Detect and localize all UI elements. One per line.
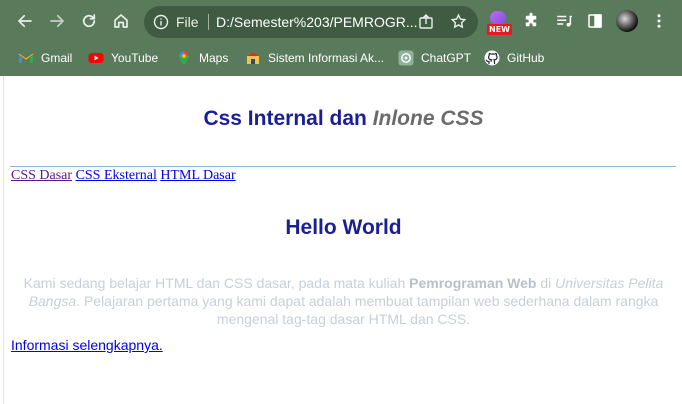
page-title-main: Css Internal dan (203, 107, 373, 130)
url-scheme-label: File (176, 14, 199, 30)
intro-paragraph: Kami sedang belajar HTML dan CSS dasar, … (10, 274, 677, 328)
menu-kebab-icon[interactable] (648, 10, 670, 32)
bookmark-label: Gmail (41, 51, 73, 65)
bookmark-label: ChatGPT (421, 51, 472, 65)
page-title: Css Internal dan Inlone CSS (4, 107, 682, 131)
url-text[interactable]: D:/Semester%203/PEMROGR... (216, 14, 418, 30)
forward-icon[interactable] (45, 9, 69, 33)
more-info-link[interactable]: Informasi selengkapnya. (11, 337, 163, 353)
browser-chrome: File D:/Semester%203/PEMROGR... NEW Gmai… (0, 0, 682, 76)
address-bar[interactable]: File D:/Semester%203/PEMROGR... (144, 6, 478, 38)
chatgpt-icon (398, 50, 414, 66)
reload-icon[interactable] (77, 9, 101, 33)
horizontal-rule (10, 166, 676, 167)
nav-links: CSS Dasar CSS Eksternal HTML Dasar (11, 168, 236, 184)
bookmark-youtube[interactable]: YouTube (88, 49, 158, 67)
maps-icon (176, 50, 192, 66)
page-viewport: Css Internal dan Inlone CSS CSS Dasar CS… (3, 76, 682, 404)
bookmark-label: Sistem Informasi Ak... (268, 51, 385, 65)
reading-list-icon[interactable] (553, 10, 575, 32)
back-icon[interactable] (13, 9, 37, 33)
home-icon[interactable] (109, 9, 133, 33)
paragraph-course: Pemrograman Web (409, 275, 537, 291)
gmail-icon (18, 50, 34, 66)
bookmark-chatgpt[interactable]: ChatGPT (398, 49, 471, 67)
page-title-italic: Inlone CSS (372, 107, 484, 130)
link-html-dasar[interactable]: HTML Dasar (160, 168, 235, 183)
paragraph-part-1: Kami sedang belajar HTML dan CSS dasar, … (23, 275, 410, 291)
bookmark-label: Maps (199, 51, 229, 65)
paragraph-part-2: di (536, 275, 556, 291)
link-css-dasar[interactable]: CSS Dasar (11, 168, 72, 183)
bookmark-sistem-informasi[interactable]: Sistem Informasi Ak... (245, 49, 384, 67)
extensions-puzzle-icon[interactable] (520, 10, 542, 32)
bookmark-label: YouTube (111, 51, 159, 65)
hello-heading: Hello World (285, 216, 402, 239)
sistem-informasi-icon (245, 50, 261, 66)
paragraph-part-3: . Pelajaran pertama yang kami dapat adal… (76, 293, 659, 327)
bookmark-star-icon[interactable] (450, 13, 467, 30)
profile-avatar[interactable] (616, 10, 638, 32)
github-icon (484, 50, 500, 66)
new-badge: NEW (487, 24, 512, 35)
side-panel-icon[interactable] (584, 10, 606, 32)
bookmark-gmail[interactable]: Gmail (18, 49, 72, 67)
bookmark-maps[interactable]: Maps (176, 49, 228, 67)
share-icon[interactable] (418, 14, 434, 30)
youtube-icon (88, 50, 104, 66)
info-icon[interactable] (153, 14, 169, 30)
bookmark-label: GitHub (507, 51, 545, 65)
omnibox-divider (208, 14, 209, 30)
link-css-eksternal[interactable]: CSS Eksternal (76, 168, 157, 183)
browser-toolbar: File D:/Semester%203/PEMROGR... NEW (0, 0, 682, 42)
extension-icon[interactable] (490, 11, 506, 25)
bookmark-github[interactable]: GitHub (484, 49, 544, 67)
bookmarks-bar: Gmail YouTube Maps Sistem Informasi Ak..… (0, 42, 682, 74)
